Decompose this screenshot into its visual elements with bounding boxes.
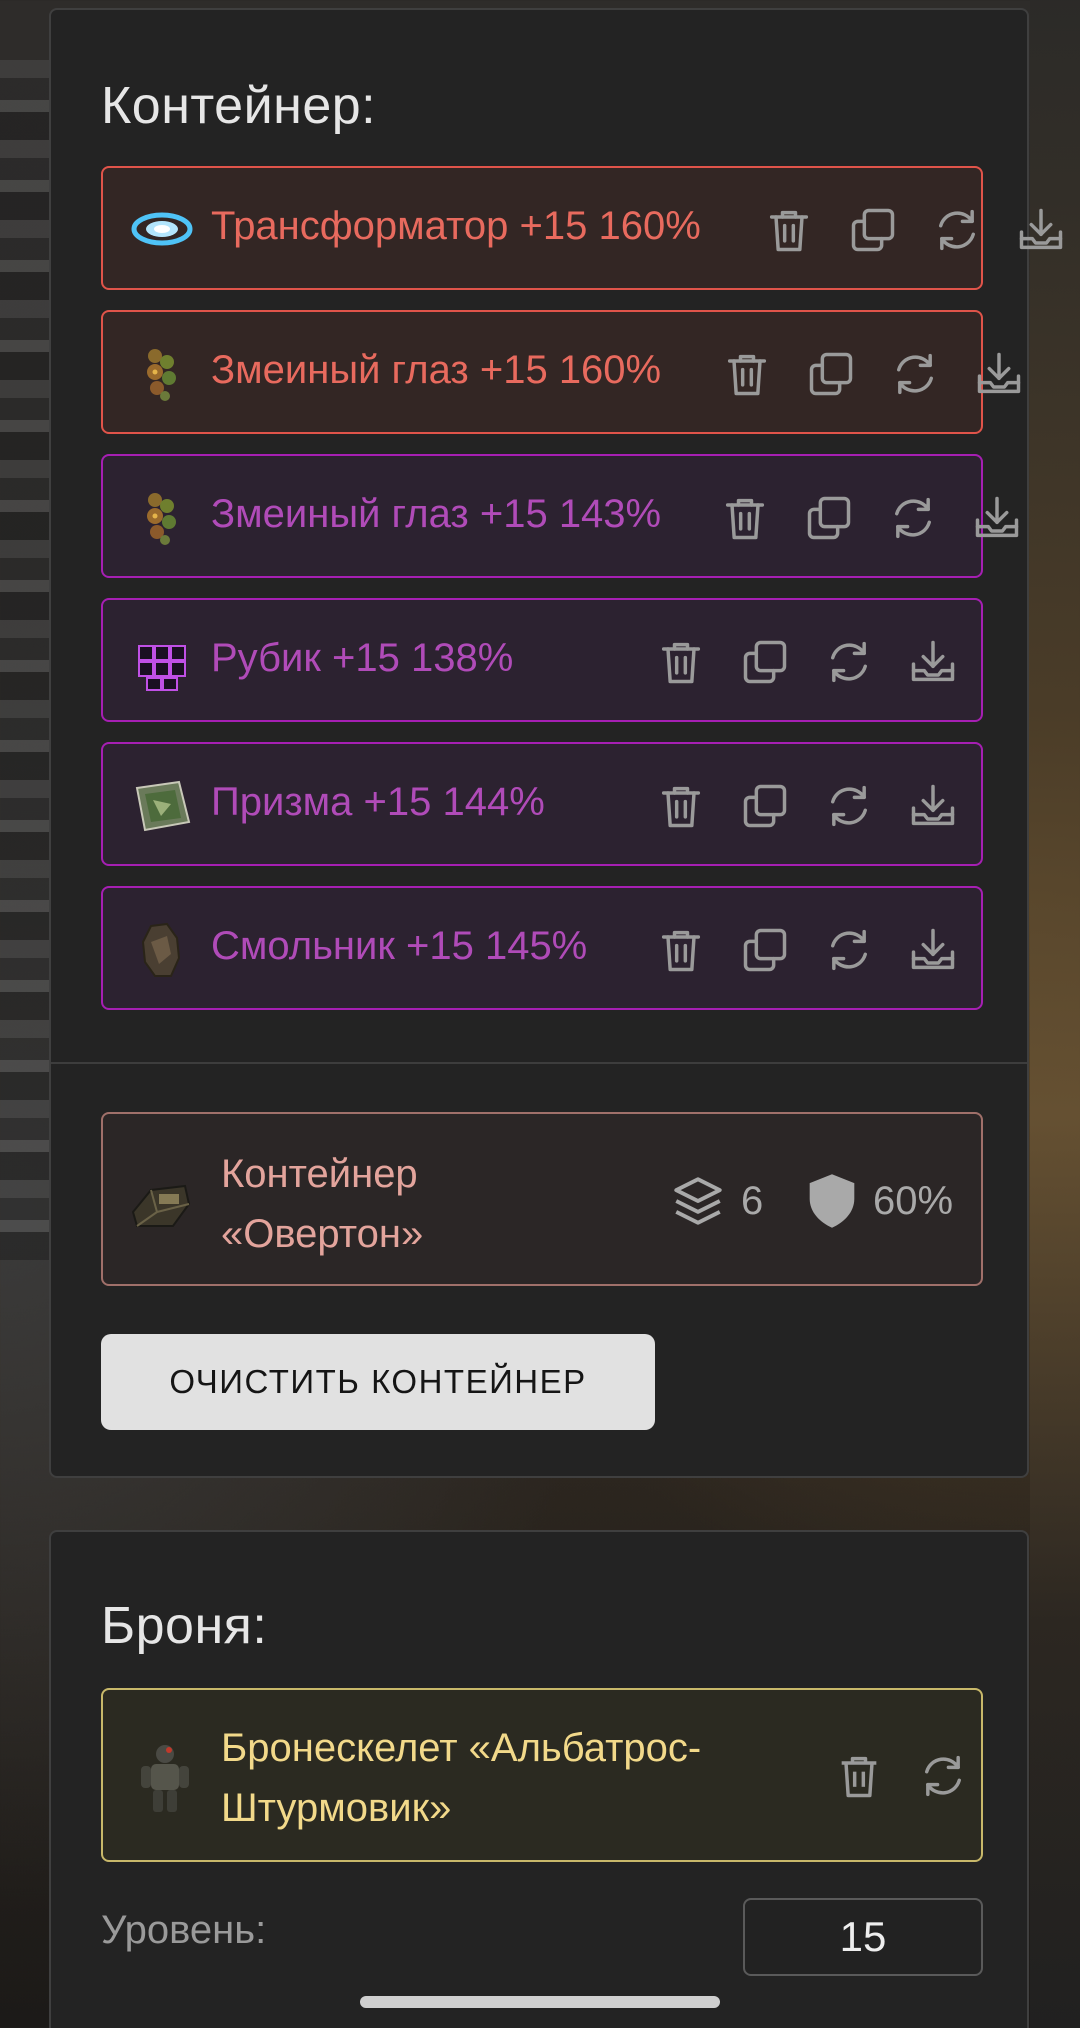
trash-icon (661, 930, 701, 972)
slots-stat: 6 (669, 1170, 763, 1232)
delete-button[interactable] (715, 488, 775, 548)
home-indicator[interactable] (360, 1996, 720, 2008)
copy-icon (807, 496, 851, 540)
delete-button[interactable] (651, 632, 711, 692)
copy-icon (743, 640, 787, 684)
container-item-label: Призма +15 144% (211, 780, 545, 824)
delete-button[interactable] (717, 344, 777, 404)
replace-button[interactable] (819, 632, 879, 692)
armor-item[interactable]: Бронескелет «Альбатрос-Штурмовик» (101, 1688, 983, 1862)
copy-icon (743, 928, 787, 972)
copy-icon (809, 352, 853, 396)
save-button[interactable] (969, 344, 1029, 404)
delete-armor-button[interactable] (829, 1746, 889, 1806)
trash-icon (841, 1756, 877, 1798)
container-item-label: Рубик +15 138% (211, 636, 514, 680)
replace-button[interactable] (819, 776, 879, 836)
container-panel: Контейнер: Трансформатор +15 160% Змеиный… (49, 8, 1063, 1478)
snake-eye-artifact-icon (147, 349, 176, 401)
save-button[interactable] (1011, 200, 1071, 260)
clear-container-button[interactable]: ОЧИСТИТЬ КОНТЕЙНЕР (101, 1334, 655, 1430)
copy-icon (743, 784, 787, 828)
delete-button[interactable] (651, 920, 711, 980)
refresh-icon (831, 641, 867, 683)
replace-button[interactable] (883, 488, 943, 548)
trash-icon (769, 210, 809, 252)
container-item[interactable]: Смольник +15 145% (101, 886, 983, 1010)
smolnik-artifact-icon (141, 922, 181, 977)
trash-icon (661, 786, 701, 828)
container-item[interactable]: Змеиный глаз +15 143% (101, 454, 1019, 578)
container-item-label: Змеиный глаз +15 160% (211, 348, 662, 392)
container-item-label: Трансформатор +15 160% (211, 204, 701, 248)
download-icon (911, 640, 955, 682)
copy-button[interactable] (735, 920, 795, 980)
refresh-icon (897, 353, 933, 395)
refresh-icon (895, 497, 931, 539)
container-item-label: Змеиный глаз +15 143% (211, 492, 662, 536)
replace-button[interactable] (885, 344, 945, 404)
trash-icon (661, 642, 701, 684)
save-button[interactable] (903, 632, 963, 692)
container-item[interactable]: Рубик +15 138% (101, 598, 983, 722)
container-item[interactable]: Призма +15 144% (101, 742, 983, 866)
trash-icon (727, 354, 767, 396)
shield-icon (809, 1174, 855, 1228)
copy-icon (851, 208, 895, 252)
snake-eye-artifact-icon (147, 493, 176, 545)
rubik-artifact-icon (138, 645, 186, 691)
refresh-icon (831, 929, 867, 971)
refresh-icon (831, 785, 867, 827)
protection-stat: 60% (805, 1170, 953, 1232)
transformator-artifact-icon (131, 212, 193, 246)
container-item[interactable]: Трансформатор +15 160% (101, 166, 1063, 290)
container-item-icon (131, 1184, 191, 1227)
background-texture-left (0, 60, 50, 1260)
container-item[interactable]: Змеиный глаз +15 160% (101, 310, 1021, 434)
container-item-label: Смольник +15 145% (211, 924, 588, 968)
container-title: Контейнер: (101, 77, 377, 135)
copy-button[interactable] (843, 200, 903, 260)
download-icon (911, 928, 955, 970)
save-button[interactable] (903, 776, 963, 836)
delete-button[interactable] (651, 776, 711, 836)
download-icon (1019, 208, 1063, 250)
copy-button[interactable] (799, 488, 859, 548)
background-texture-right (1030, 0, 1080, 2028)
protection-value: 60% (873, 1178, 954, 1223)
copy-button[interactable] (735, 776, 795, 836)
armor-panel: Броня: Бронескелет «Альбатрос-Штурмовик» (49, 1530, 1029, 2028)
slots-count: 6 (741, 1178, 764, 1223)
replace-button[interactable] (927, 200, 987, 260)
container-name: Контейнер «Овертон» (221, 1152, 424, 1256)
replace-armor-button[interactable] (913, 1746, 973, 1806)
armor-title: Броня: (101, 1597, 268, 1655)
delete-button[interactable] (759, 200, 819, 260)
layers-icon (674, 1177, 722, 1225)
save-button[interactable] (967, 488, 1027, 548)
download-icon (911, 784, 955, 826)
trash-icon (725, 498, 765, 540)
prism-artifact-icon (135, 780, 191, 832)
refresh-icon (925, 1755, 961, 1797)
download-icon (975, 496, 1019, 538)
copy-button[interactable] (735, 632, 795, 692)
armor-name: Бронескелет «Альбатрос-Штурмовик» (221, 1726, 702, 1830)
armor-exoskeleton-icon (141, 1745, 189, 1812)
refresh-icon (939, 209, 975, 251)
download-icon (977, 352, 1021, 394)
save-button[interactable] (903, 920, 963, 980)
divider (51, 1062, 1027, 1064)
level-input[interactable] (743, 1898, 983, 1976)
copy-button[interactable] (801, 344, 861, 404)
level-label: Уровень: (101, 1908, 267, 1952)
container-summary: Контейнер «Овертон» 6 60% (101, 1112, 983, 1286)
replace-button[interactable] (819, 920, 879, 980)
